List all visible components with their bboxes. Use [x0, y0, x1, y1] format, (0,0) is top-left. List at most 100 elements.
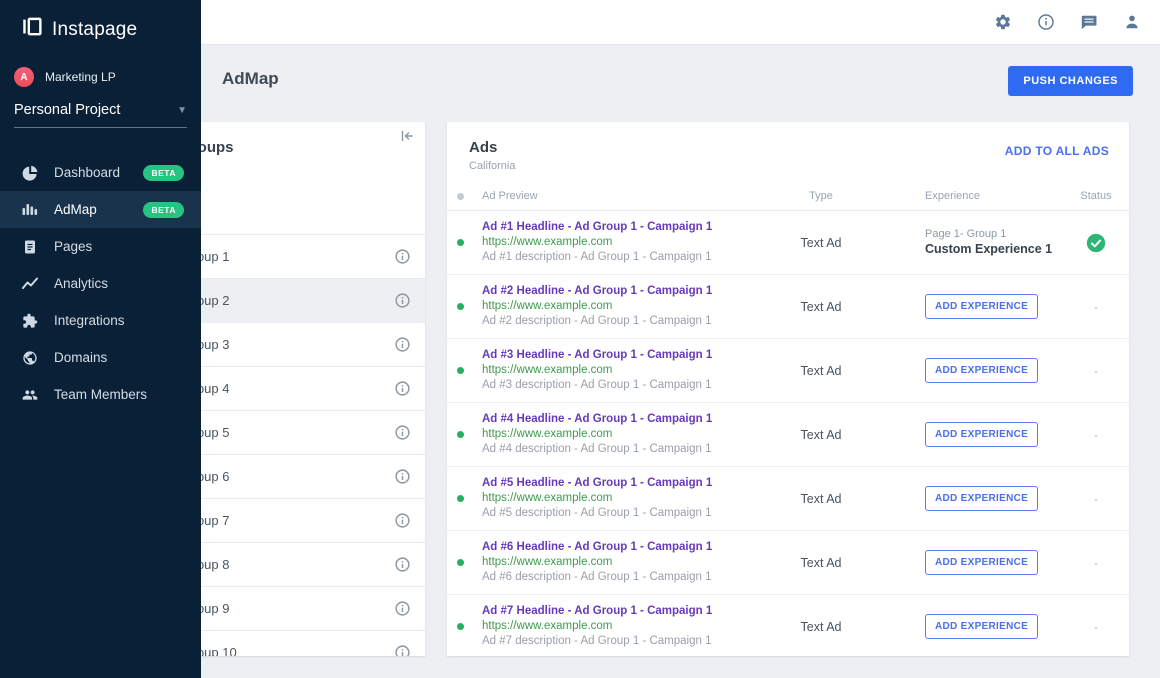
push-changes-button[interactable]: PUSH CHANGES	[1008, 66, 1133, 96]
info-icon[interactable]	[394, 424, 411, 441]
ad-headline: Ad #2 Headline - Ad Group 1 - Campaign 1	[482, 284, 721, 299]
add-experience-button[interactable]: ADD EXPERIENCE	[925, 486, 1038, 511]
ad-status: -	[1071, 300, 1121, 314]
analytics-icon	[22, 276, 38, 292]
ad-url: https://www.example.com	[482, 555, 721, 570]
status-dash: -	[1094, 492, 1098, 506]
add-experience-button[interactable]: ADD EXPERIENCE	[925, 358, 1038, 383]
sidebar-item-domains[interactable]: Domains	[0, 339, 201, 376]
ad-type: Text Ad	[721, 428, 921, 442]
collapse-panel-icon[interactable]	[397, 126, 417, 146]
info-icon[interactable]	[394, 336, 411, 353]
ad-active-dot	[457, 559, 464, 566]
sidebar: Instapage A Marketing LP Personal Projec…	[0, 0, 201, 678]
admap-icon	[22, 202, 38, 218]
team-members-icon	[22, 387, 38, 403]
info-icon[interactable]	[394, 644, 411, 656]
sidebar-item-admap[interactable]: AdMap BETA	[0, 191, 201, 228]
ad-description: Ad #2 description - Ad Group 1 - Campaig…	[482, 314, 721, 329]
beta-badge: BETA	[143, 202, 184, 218]
sidebar-item-label: Analytics	[54, 276, 184, 291]
chat-icon[interactable]	[1079, 12, 1099, 32]
ads-subtitle: California	[469, 160, 1109, 172]
info-icon[interactable]	[1036, 12, 1056, 32]
ad-row[interactable]: Ad #2 Headline - Ad Group 1 - Campaign 1…	[447, 275, 1129, 339]
ad-status	[1071, 233, 1121, 253]
ads-list: Ad #1 Headline - Ad Group 1 - Campaign 1…	[447, 211, 1129, 656]
preview-dot-icon	[457, 193, 464, 200]
add-experience-button[interactable]: ADD EXPERIENCE	[925, 614, 1038, 639]
logo-text: Instapage	[52, 19, 137, 41]
divider	[14, 127, 187, 128]
experience-info[interactable]: Page 1- Group 1 Custom Experience 1	[925, 227, 1071, 258]
info-icon[interactable]	[394, 380, 411, 397]
status-dash: -	[1094, 620, 1098, 634]
info-icon[interactable]	[394, 292, 411, 309]
ad-row[interactable]: Ad #5 Headline - Ad Group 1 - Campaign 1…	[447, 467, 1129, 531]
ad-status: -	[1071, 428, 1121, 442]
sidebar-item-analytics[interactable]: Analytics	[0, 265, 201, 302]
ad-description: Ad #7 description - Ad Group 1 - Campaig…	[482, 634, 721, 649]
add-experience-button[interactable]: ADD EXPERIENCE	[925, 294, 1038, 319]
info-icon[interactable]	[394, 556, 411, 573]
ad-active-dot	[457, 239, 464, 246]
add-to-all-ads-button[interactable]: ADD TO ALL ADS	[1005, 144, 1109, 158]
project-name: Personal Project	[14, 102, 120, 118]
ads-header: Ads California ADD TO ALL ADS	[447, 122, 1129, 172]
app-root: AdMap PUSH CHANGES Ad Groups Ad Group 1 …	[0, 0, 1160, 678]
instapage-logo-icon	[20, 15, 45, 44]
ad-active-dot	[457, 367, 464, 374]
ad-preview: Ad #1 Headline - Ad Group 1 - Campaign 1…	[482, 220, 721, 265]
ad-row[interactable]: Ad #1 Headline - Ad Group 1 - Campaign 1…	[447, 211, 1129, 275]
ad-url: https://www.example.com	[482, 619, 721, 634]
ad-url: https://www.example.com	[482, 363, 721, 378]
user-icon[interactable]	[1122, 12, 1142, 32]
ad-description: Ad #5 description - Ad Group 1 - Campaig…	[482, 506, 721, 521]
logo[interactable]: Instapage	[0, 0, 201, 44]
sidebar-item-label: AdMap	[54, 202, 143, 217]
sidebar-item-integrations[interactable]: Integrations	[0, 302, 201, 339]
sidebar-item-dashboard[interactable]: Dashboard BETA	[0, 154, 201, 191]
ad-description: Ad #3 description - Ad Group 1 - Campaig…	[482, 378, 721, 393]
ad-description: Ad #1 description - Ad Group 1 - Campaig…	[482, 250, 721, 265]
ad-preview: Ad #3 Headline - Ad Group 1 - Campaign 1…	[482, 348, 721, 393]
info-icon[interactable]	[394, 600, 411, 617]
ad-row[interactable]: Ad #3 Headline - Ad Group 1 - Campaign 1…	[447, 339, 1129, 403]
info-icon[interactable]	[394, 248, 411, 265]
info-icon[interactable]	[394, 468, 411, 485]
column-status: Status	[1071, 190, 1121, 202]
ad-preview: Ad #2 Headline - Ad Group 1 - Campaign 1…	[482, 284, 721, 329]
ad-preview: Ad #4 Headline - Ad Group 1 - Campaign 1…	[482, 412, 721, 457]
ad-row[interactable]: Ad #6 Headline - Ad Group 1 - Campaign 1…	[447, 531, 1129, 595]
add-experience-button[interactable]: ADD EXPERIENCE	[925, 422, 1038, 447]
project-selector[interactable]: Personal Project ▼	[14, 102, 187, 118]
sidebar-item-pages[interactable]: Pages	[0, 228, 201, 265]
experience-name: Custom Experience 1	[925, 241, 1071, 258]
ad-row[interactable]: Ad #4 Headline - Ad Group 1 - Campaign 1…	[447, 403, 1129, 467]
status-dash: -	[1094, 300, 1098, 314]
ad-row[interactable]: Ad #7 Headline - Ad Group 1 - Campaign 1…	[447, 595, 1129, 656]
ad-status: -	[1071, 556, 1121, 570]
ad-status: -	[1071, 492, 1121, 506]
status-dash: -	[1094, 364, 1098, 378]
ads-column-header: Ad Preview Type Experience Status	[447, 190, 1129, 211]
domains-icon	[22, 350, 38, 366]
ad-headline: Ad #7 Headline - Ad Group 1 - Campaign 1	[482, 604, 721, 619]
info-icon[interactable]	[394, 512, 411, 529]
ad-headline: Ad #3 Headline - Ad Group 1 - Campaign 1	[482, 348, 721, 363]
ad-headline: Ad #6 Headline - Ad Group 1 - Campaign 1	[482, 540, 721, 555]
ad-active-dot	[457, 431, 464, 438]
ad-description: Ad #4 description - Ad Group 1 - Campaig…	[482, 442, 721, 457]
sidebar-nav: Dashboard BETA AdMap BETA Pages	[0, 154, 201, 413]
sidebar-item-team-members[interactable]: Team Members	[0, 376, 201, 413]
ad-status: -	[1071, 620, 1121, 634]
sidebar-item-label: Pages	[54, 239, 184, 254]
ad-active-dot	[457, 623, 464, 630]
settings-icon[interactable]	[993, 12, 1013, 32]
workspace-selector[interactable]: A Marketing LP	[14, 67, 201, 87]
add-experience-button[interactable]: ADD EXPERIENCE	[925, 550, 1038, 575]
ad-type: Text Ad	[721, 300, 921, 314]
ad-headline: Ad #5 Headline - Ad Group 1 - Campaign 1	[482, 476, 721, 491]
ad-active-dot	[457, 495, 464, 502]
ad-type: Text Ad	[721, 236, 921, 250]
